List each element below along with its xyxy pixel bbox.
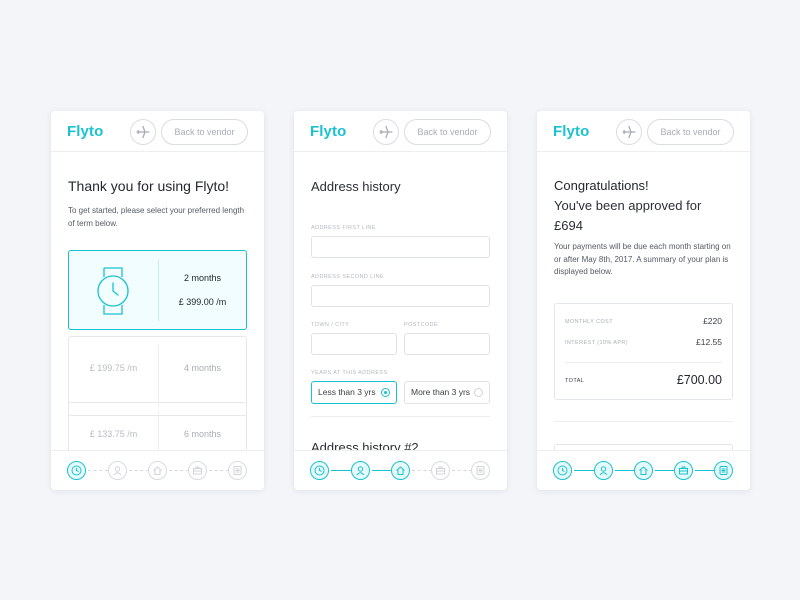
postcode-input[interactable] <box>404 333 490 355</box>
interest-label: Interest (10% APR) <box>565 340 629 346</box>
interest-value: £12.55 <box>696 337 722 347</box>
monthly-cost-value: £220 <box>703 316 722 326</box>
address-second-line-input[interactable] <box>311 285 490 307</box>
approved-line: You've been approved for <box>554 198 702 213</box>
bank-icon[interactable] <box>228 461 247 480</box>
address-history-card: Flyto Back to vendor Address history Add… <box>294 111 507 490</box>
address-second-line-label: Address second line <box>311 274 385 280</box>
airplane-icon[interactable] <box>616 119 642 145</box>
term-price: £ 399.00 /m <box>178 297 227 307</box>
back-to-vendor-button[interactable]: Back to vendor <box>161 119 248 145</box>
user-icon[interactable] <box>351 461 370 480</box>
term-price: £ 199.75 /m <box>89 363 138 373</box>
progress-steps <box>537 450 750 490</box>
term-option-6-months[interactable]: £ 133.75 /m 6 months <box>68 402 247 450</box>
term-label: 2 months <box>183 273 222 283</box>
monthly-cost-label: Monthly cost <box>565 319 613 325</box>
section-title: Address history <box>311 179 401 194</box>
card-header: Flyto Back to vendor <box>294 111 507 152</box>
home-icon[interactable] <box>148 461 167 480</box>
years-at-address-label: Years at this address <box>311 370 388 376</box>
postcode-label: Postcode <box>404 322 439 328</box>
clock-icon[interactable] <box>67 461 86 480</box>
card-header: Flyto Back to vendor <box>51 111 264 152</box>
address-history-2-title: Address history #2 <box>311 440 419 450</box>
page-title: Thank you for using Flyto! <box>68 178 230 194</box>
term-option-2-months[interactable]: 2 months £ 399.00 /m <box>68 250 247 330</box>
progress-steps <box>294 450 507 490</box>
congratulations-title: Congratulations! <box>554 178 649 193</box>
address-first-line-label: Address first line <box>311 225 376 231</box>
term-price: £ 133.75 /m <box>89 429 138 439</box>
airplane-icon[interactable] <box>373 119 399 145</box>
flyto-logo: Flyto <box>310 123 347 140</box>
radio-label: Less than 3 yrs <box>318 387 376 397</box>
approved-amount: £694 <box>554 218 583 233</box>
term-selection-card: Flyto Back to vendor Thank you for using… <box>51 111 264 490</box>
bank-icon[interactable] <box>471 461 490 480</box>
flyto-logo: Flyto <box>553 123 590 140</box>
back-to-vendor-button[interactable]: Back to vendor <box>647 119 734 145</box>
intro-text: To get started, please select your prefe… <box>68 206 245 228</box>
watch-icon <box>95 264 131 323</box>
airplane-icon[interactable] <box>130 119 156 145</box>
more-than-3-yrs-radio[interactable]: More than 3 yrs <box>404 381 490 404</box>
term-label: 4 months <box>183 363 222 373</box>
total-value: £700.00 <box>676 373 722 387</box>
progress-steps <box>51 450 264 490</box>
home-icon[interactable] <box>391 461 410 480</box>
town-city-input[interactable] <box>311 333 397 355</box>
briefcase-icon[interactable] <box>188 461 207 480</box>
bank-icon[interactable] <box>714 461 733 480</box>
clock-icon[interactable] <box>553 461 572 480</box>
user-icon[interactable] <box>108 461 127 480</box>
briefcase-icon[interactable] <box>674 461 693 480</box>
approval-card: Flyto Back to vendor Congratulations! Yo… <box>537 111 750 490</box>
payment-description: Your payments will be due each month sta… <box>554 242 731 276</box>
clock-icon[interactable] <box>310 461 329 480</box>
term-label: 6 months <box>183 429 222 439</box>
plan-summary: Monthly cost £220 Interest (10% APR) £12… <box>554 303 733 400</box>
total-label: Total <box>565 378 585 384</box>
home-icon[interactable] <box>634 461 653 480</box>
flyto-logo: Flyto <box>67 123 104 140</box>
briefcase-icon[interactable] <box>431 461 450 480</box>
card-header: Flyto Back to vendor <box>537 111 750 152</box>
address-first-line-input[interactable] <box>311 236 490 258</box>
less-than-3-yrs-radio[interactable]: Less than 3 yrs <box>311 381 397 404</box>
back-to-vendor-button[interactable]: Back to vendor <box>404 119 491 145</box>
town-city-label: Town / City <box>311 322 350 328</box>
user-icon[interactable] <box>594 461 613 480</box>
radio-label: More than 3 yrs <box>411 387 471 397</box>
